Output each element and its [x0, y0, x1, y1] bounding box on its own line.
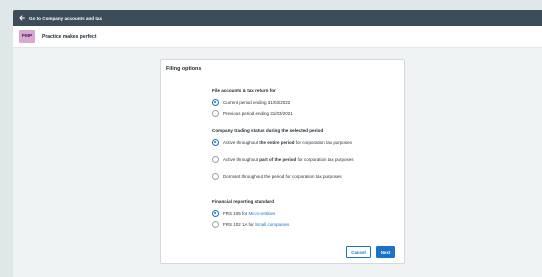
option-label: FRS 102 1A for Small companies	[223, 222, 290, 227]
app-window: Go to Company accounts and tax PMP Pract…	[0, 0, 542, 277]
option-label: Previous period ending 31/03/2021	[223, 111, 293, 116]
radio-button[interactable]	[212, 173, 219, 180]
card-title: Filing options	[166, 66, 202, 72]
company-name: Practice makes perfect	[42, 33, 97, 40]
cancel-button[interactable]: Cancel	[346, 246, 371, 258]
option-label: FRS 105 for Micro-entities	[223, 211, 276, 216]
section-title-file-for: File accounts & tax return for	[212, 88, 276, 93]
micro-entities-link[interactable]: Micro-entities	[249, 211, 276, 216]
radio-option-part-period[interactable]: Active throughout part of the period for…	[212, 156, 373, 163]
option-label: Dormant throughout the period for corpor…	[223, 174, 342, 179]
arrow-left-icon	[19, 15, 25, 21]
radio-button[interactable]	[212, 221, 219, 228]
top-navigation-bar: Go to Company accounts and tax	[13, 10, 542, 26]
option-label: Active throughout the entire period for …	[223, 140, 352, 145]
small-companies-link[interactable]: Small companies	[255, 222, 289, 227]
radio-option-frs-105[interactable]: FRS 105 for Micro-entities	[212, 210, 373, 217]
back-link-label: Go to Company accounts and tax	[29, 15, 102, 21]
radio-button-checked[interactable]	[212, 139, 219, 146]
section-title-reporting-standard: Financial reporting standard	[212, 199, 275, 204]
company-header: PMP Practice makes perfect	[13, 26, 542, 48]
card-content: Filing options File accounts & tax retur…	[160, 59, 405, 264]
radio-option-previous-period[interactable]: Previous period ending 31/03/2021	[212, 110, 373, 117]
radio-button-checked[interactable]	[212, 99, 219, 106]
radio-button[interactable]	[212, 156, 219, 163]
next-button[interactable]: Next	[376, 246, 395, 258]
section-title-trading-status: Company trading status during the select…	[212, 128, 324, 133]
option-label: Active throughout part of the period for…	[223, 157, 354, 162]
company-avatar: PMP	[19, 30, 35, 43]
back-link[interactable]: Go to Company accounts and tax	[13, 15, 102, 21]
radio-button-checked[interactable]	[212, 210, 219, 217]
radio-option-frs-102[interactable]: FRS 102 1A for Small companies	[212, 221, 373, 228]
radio-option-dormant[interactable]: Dormant throughout the period for corpor…	[212, 173, 373, 180]
option-label: Current period ending 31/03/2022	[223, 100, 291, 105]
radio-option-current-period[interactable]: Current period ending 31/03/2022	[212, 99, 373, 106]
radio-button[interactable]	[212, 110, 219, 117]
radio-option-entire-period[interactable]: Active throughout the entire period for …	[212, 139, 373, 146]
